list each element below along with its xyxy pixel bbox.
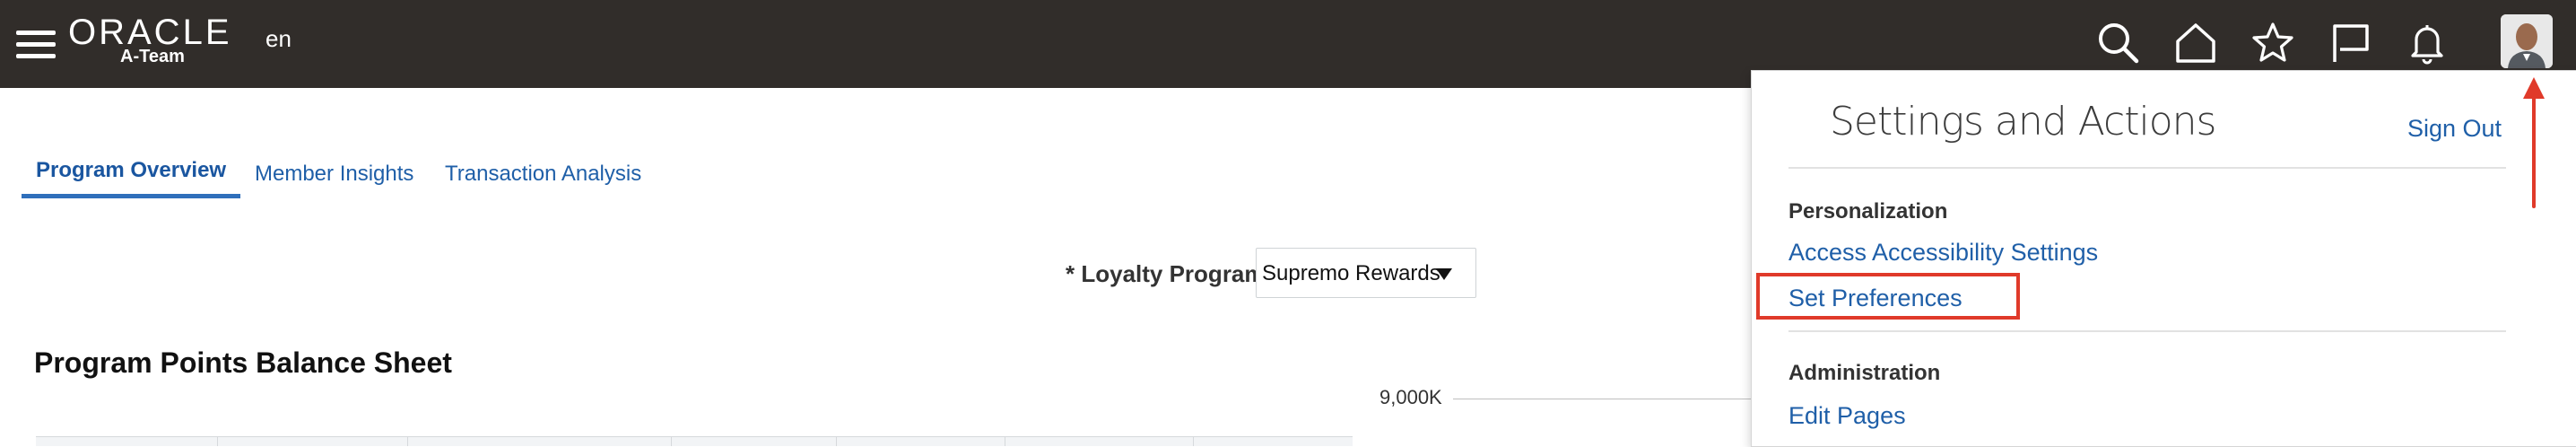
chevron-down-icon[interactable] xyxy=(1436,268,1452,280)
home-icon[interactable] xyxy=(2172,20,2219,66)
chart-tick-label: 9,000K xyxy=(1379,386,1442,408)
popup-title: Settings and Actions xyxy=(1830,99,2216,145)
menu-icon[interactable] xyxy=(16,27,56,61)
tab-member-insights[interactable]: Member Insights xyxy=(255,162,413,187)
edit-pages-link[interactable]: Edit Pages xyxy=(1788,402,1906,430)
annotation-arrow-icon xyxy=(2523,77,2545,208)
logo-text: ORACLE xyxy=(68,13,232,52)
oracle-logo[interactable]: ORACLE A-Team xyxy=(68,13,232,66)
access-accessibility-settings-link[interactable]: Access Accessibility Settings xyxy=(1788,239,2098,267)
avatar[interactable] xyxy=(2501,14,2553,68)
sign-out-link[interactable]: Sign Out xyxy=(2407,115,2502,143)
search-icon[interactable] xyxy=(2095,20,2142,66)
loyalty-program-select[interactable]: Supremo Rewards xyxy=(1256,248,1476,298)
personalization-heading: Personalization xyxy=(1788,199,1948,224)
notifications-icon[interactable] xyxy=(2404,20,2450,66)
highlight-box xyxy=(1756,273,2020,320)
language-indicator[interactable]: en xyxy=(265,25,292,53)
logo-subtitle: A-Team xyxy=(120,47,185,66)
table-header xyxy=(36,436,1353,446)
section-title: Program Points Balance Sheet xyxy=(34,346,452,379)
divider xyxy=(1788,330,2506,332)
loyalty-program-value: Supremo Rewards xyxy=(1262,261,1440,285)
flag-icon[interactable] xyxy=(2327,20,2373,66)
divider xyxy=(1788,167,2506,169)
favorites-icon[interactable] xyxy=(2250,20,2296,66)
tab-program-overview[interactable]: Program Overview xyxy=(36,158,226,183)
active-tab-indicator xyxy=(22,194,240,198)
tab-transaction-analysis[interactable]: Transaction Analysis xyxy=(445,162,641,187)
loyalty-program-label: * Loyalty Program xyxy=(1066,260,1266,287)
administration-heading: Administration xyxy=(1788,361,1941,385)
